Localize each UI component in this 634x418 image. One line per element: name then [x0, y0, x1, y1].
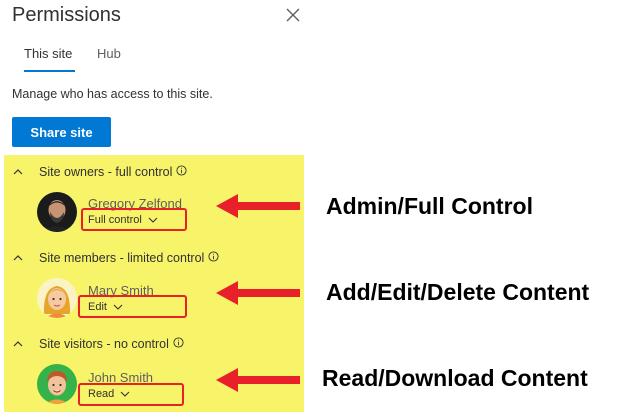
tab-hub[interactable]: Hub	[97, 46, 121, 61]
group-title-owners: Site owners - full control	[39, 165, 173, 179]
info-icon[interactable]	[208, 250, 219, 262]
highlight-box	[81, 208, 187, 231]
group-title-visitors: Site visitors - no control	[39, 337, 169, 351]
chevron-up-icon	[13, 255, 23, 261]
avatar-gregory[interactable]	[37, 192, 77, 232]
group-header-visitors[interactable]: Site visitors - no control	[13, 336, 184, 351]
avatar-john[interactable]	[37, 364, 77, 404]
close-icon[interactable]	[285, 7, 301, 23]
panel-title: Permissions	[12, 4, 121, 26]
highlight-box	[78, 383, 184, 406]
group-header-members[interactable]: Site members - limited control	[13, 250, 219, 265]
active-tab-indicator	[24, 70, 75, 72]
avatar-mary[interactable]	[37, 278, 77, 318]
arrow-left-icon	[216, 281, 300, 305]
annotation-visitors: Read/Download Content	[322, 365, 588, 391]
info-icon[interactable]	[173, 336, 184, 348]
group-header-owners[interactable]: Site owners - full control	[13, 164, 187, 179]
arrow-left-icon	[216, 368, 300, 392]
group-title-members: Site members - limited control	[39, 251, 205, 265]
tab-this-site[interactable]: This site	[24, 46, 72, 61]
highlight-box	[78, 295, 187, 318]
chevron-up-icon	[13, 341, 23, 347]
chevron-up-icon	[13, 169, 23, 175]
info-icon[interactable]	[176, 164, 187, 176]
share-site-button[interactable]: Share site	[12, 117, 111, 147]
arrow-left-icon	[216, 194, 300, 218]
annotation-admin: Admin/Full Control	[326, 193, 533, 219]
annotation-members: Add/Edit/Delete Content	[326, 279, 590, 305]
panel-description: Manage who has access to this site.	[12, 87, 213, 101]
